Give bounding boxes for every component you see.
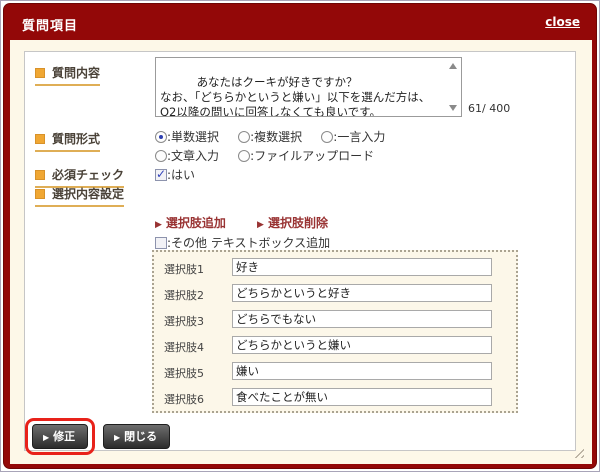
- choice-row-4: 選択肢4: [160, 335, 516, 361]
- orange-square-icon: [35, 68, 45, 78]
- close-link[interactable]: close: [545, 15, 580, 29]
- delete-choice-link[interactable]: ▶選択肢削除: [257, 216, 328, 230]
- radio-icon[interactable]: [238, 150, 250, 162]
- submit-highlight-annotation: ▶修正: [25, 418, 95, 455]
- form-panel: 質問内容 あなたはクーキが好きですか？ なお、「どちらかというと嫌い」以下を選ん…: [24, 51, 576, 451]
- radio-option-single-select[interactable]: :単数選択: [155, 128, 219, 145]
- scroll-down-icon[interactable]: [449, 105, 457, 111]
- submit-button[interactable]: ▶修正: [32, 424, 88, 449]
- char-counter: 61/ 400: [468, 102, 510, 115]
- choice-row-2: 選択肢2: [160, 283, 516, 309]
- radio-icon[interactable]: [238, 131, 250, 143]
- required-check-row: :はい: [155, 164, 209, 183]
- dialog-title: 質問項目: [22, 15, 78, 34]
- choice-input-5[interactable]: [232, 362, 492, 380]
- triangle-right-icon: ▶: [155, 220, 162, 230]
- radio-selected-icon[interactable]: [155, 131, 167, 143]
- other-textbox-row: :その他 テキストボックス追加: [155, 234, 344, 251]
- add-choice-link[interactable]: ▶選択肢追加: [155, 216, 226, 230]
- radio-icon[interactable]: [321, 131, 333, 143]
- dialog-window: 質問項目 close 質問内容 あなたはクーキが好きですか？ なお、「どちらかと…: [0, 0, 600, 472]
- choice-input-1[interactable]: [232, 258, 492, 276]
- choice-links-row: ▶選択肢追加 ▶選択肢削除: [155, 212, 354, 231]
- choice-row-1: 選択肢1: [160, 257, 516, 283]
- choice-row-5: 選択肢5: [160, 361, 516, 387]
- orange-square-icon: [35, 170, 45, 180]
- required-yes-checkbox[interactable]: :はい: [155, 166, 195, 183]
- close-button-wrap: ▶閉じる: [103, 424, 170, 449]
- checkbox-checked-icon[interactable]: [155, 169, 167, 181]
- dialog-body: 質問内容 あなたはクーキが好きですか？ なお、「どちらかというと嫌い」以下を選ん…: [10, 40, 592, 464]
- choice-input-2[interactable]: [232, 284, 492, 302]
- scroll-up-icon[interactable]: [449, 63, 457, 69]
- choice-input-4[interactable]: [232, 336, 492, 354]
- radio-icon[interactable]: [155, 150, 167, 162]
- dialog-frame: 質問項目 close 質問内容 あなたはクーキが好きですか？ なお、「どちらかと…: [3, 3, 597, 469]
- radio-option-one-word[interactable]: :一言入力: [321, 128, 385, 145]
- question-format-label: 質問形式: [35, 128, 100, 152]
- radio-option-file-upload[interactable]: :ファイルアップロード: [238, 147, 374, 164]
- orange-square-icon: [35, 189, 45, 199]
- choice-row-3: 選択肢3: [160, 309, 516, 335]
- choice-input-6[interactable]: [232, 388, 492, 406]
- choice-row-6: 選択肢6: [160, 387, 516, 413]
- triangle-right-icon: ▶: [257, 220, 264, 230]
- radio-option-text-input[interactable]: :文章入力: [155, 147, 219, 164]
- question-content-label: 質問内容: [35, 62, 100, 86]
- textarea-scrollbar[interactable]: [446, 59, 460, 115]
- choice-settings-label: 選択内容設定: [35, 183, 124, 207]
- choices-box: 選択肢1 選択肢2 選択肢3 選択肢4: [152, 250, 518, 413]
- choice-input-3[interactable]: [232, 310, 492, 328]
- other-textbox-checkbox[interactable]: :その他 テキストボックス追加: [155, 234, 330, 251]
- question-textarea-value: あなたはクーキが好きですか？ なお、「どちらかというと嫌い」以下を選んだ方は、Q…: [160, 75, 430, 117]
- question-textarea[interactable]: あなたはクーキが好きですか？ なお、「どちらかというと嫌い」以下を選んだ方は、Q…: [155, 57, 462, 117]
- triangle-right-icon: ▶: [114, 433, 120, 442]
- orange-square-icon: [35, 134, 45, 144]
- dialog-titlebar: 質問項目 close: [10, 8, 590, 38]
- close-button[interactable]: ▶閉じる: [103, 424, 170, 449]
- checkbox-icon[interactable]: [155, 237, 167, 249]
- format-radio-row-1: :単数選択 :複数選択 :一言入力: [155, 126, 399, 145]
- radio-option-multi-select[interactable]: :複数選択: [238, 128, 302, 145]
- triangle-right-icon: ▶: [43, 433, 49, 442]
- format-radio-row-2: :文章入力 :ファイルアップロード: [155, 145, 388, 164]
